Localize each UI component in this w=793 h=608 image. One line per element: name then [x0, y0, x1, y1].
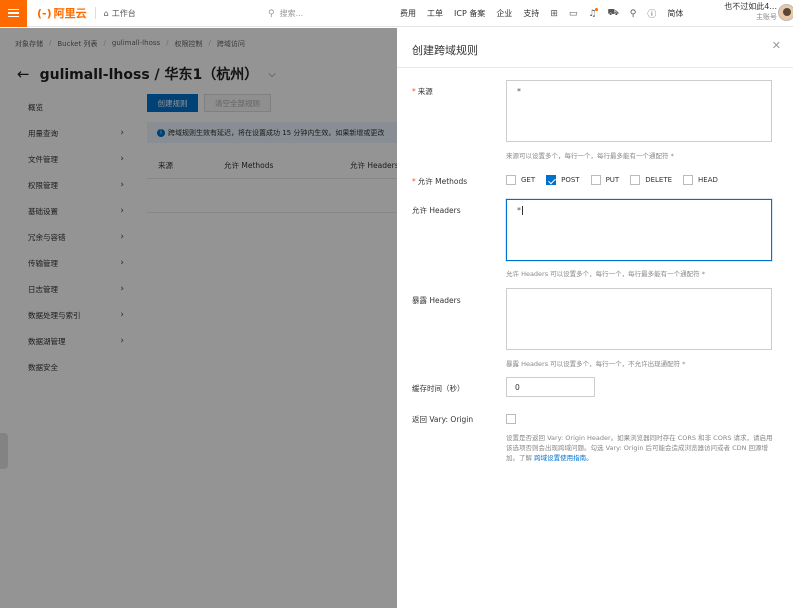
cache-time-value: 0 — [515, 382, 520, 392]
cors-guide-link[interactable]: 跨域设置使用指南。 — [534, 454, 593, 462]
method-label: DELETE — [645, 176, 673, 184]
nav-support[interactable]: 支持 — [523, 8, 539, 19]
method-label: POST — [561, 176, 580, 184]
top-nav-links: 费用 工单 ICP 备案 企业 支持 ⊞ ▭ ♫ ⛟ ⚲ ⓘ 简体 — [400, 0, 683, 27]
source-label-text: 来源 — [417, 87, 433, 96]
nav-ticket[interactable]: 工单 — [427, 8, 443, 19]
required-mark: * — [412, 87, 416, 96]
cart-icon[interactable]: ⛟ — [607, 8, 618, 19]
logo-mark: (-) — [37, 6, 52, 20]
avatar[interactable] — [778, 4, 793, 21]
create-cors-rule-drawer: 创建跨域规则 ✕ * 来源 * 来源可以设置多个，每行一个，每行最多能有一个通配符… — [397, 28, 793, 608]
method-get-checkbox[interactable]: GET — [506, 175, 535, 185]
search-placeholder: 搜索... — [279, 9, 304, 18]
text-caret — [522, 206, 523, 215]
required-mark: * — [412, 177, 416, 186]
top-navigation-bar: (-) 阿里云 ⌂ 工作台 ⚲ 搜索... 费用 工单 ICP 备案 企业 支持… — [0, 0, 793, 27]
expose-headers-textarea[interactable] — [506, 288, 772, 350]
menu-icon[interactable] — [0, 0, 27, 27]
user-name: 也不过如此4... — [724, 2, 777, 11]
methods-checkbox-group: GET POST PUT DELETE HEAD — [506, 175, 729, 185]
logo-text: 阿里云 — [53, 7, 87, 20]
checkbox-box — [590, 175, 601, 185]
nav-icp[interactable]: ICP 备案 — [454, 8, 485, 19]
allowed-headers-textarea[interactable]: * — [506, 199, 772, 261]
divider — [94, 7, 96, 19]
headers-value: * — [517, 206, 521, 215]
drawer-title: 创建跨域规则 — [412, 44, 478, 57]
app-icon[interactable]: ⊞ — [550, 9, 558, 19]
expose-headers-help: 暴露 Headers 可以设置多个，每行一个，不允许出现通配符 * — [506, 360, 686, 368]
checkbox-box — [546, 175, 557, 185]
search-icon: ⚲ — [268, 8, 275, 19]
nav-billing[interactable]: 费用 — [400, 8, 416, 19]
headers-label: 允许 Headers — [412, 206, 461, 215]
expose-headers-label: 暴露 Headers — [412, 296, 461, 305]
home-icon: ⌂ — [103, 8, 109, 18]
aliyun-logo[interactable]: (-) 阿里云 — [37, 5, 87, 21]
search-box[interactable]: ⚲ 搜索... — [268, 5, 380, 22]
help-icon[interactable]: ⓘ — [647, 7, 656, 20]
user-info[interactable]: 也不过如此4... 主账号 — [722, 2, 777, 22]
vary-origin-help: 设置是否返回 Vary: Origin Header。如果浏览器同时存在 COR… — [506, 433, 774, 463]
language-switch[interactable]: 简体 — [667, 8, 683, 19]
methods-label: * 允许 Methods — [412, 176, 467, 187]
screen-icon[interactable]: ▭ — [569, 9, 578, 19]
method-label: PUT — [605, 176, 620, 184]
close-icon[interactable]: ✕ — [772, 39, 781, 52]
divider — [397, 67, 793, 68]
workbench-link[interactable]: ⌂ 工作台 — [104, 8, 136, 19]
vary-origin-checkbox[interactable] — [506, 414, 516, 424]
checkbox-box — [630, 175, 641, 185]
cache-time-label: 缓存时间（秒） — [412, 384, 465, 393]
checkbox-box — [683, 175, 694, 185]
cache-time-input[interactable]: 0 — [506, 377, 595, 397]
workbench-label: 工作台 — [111, 8, 136, 18]
method-head-checkbox[interactable]: HEAD — [683, 175, 718, 185]
nav-enterprise[interactable]: 企业 — [496, 8, 512, 19]
vary-origin-label: 返回 Vary: Origin — [412, 415, 474, 424]
method-label: HEAD — [698, 176, 718, 184]
bell-icon[interactable]: ♫ — [588, 7, 599, 19]
method-label: GET — [521, 176, 536, 184]
method-delete-checkbox[interactable]: DELETE — [630, 175, 672, 185]
method-put-checkbox[interactable]: PUT — [590, 175, 620, 185]
methods-label-text: 允许 Methods — [417, 177, 468, 186]
source-help: 来源可以设置多个，每行一个，每行最多能有一个通配符 * — [506, 152, 674, 160]
source-value: * — [517, 87, 521, 96]
method-post-checkbox[interactable]: POST — [546, 175, 580, 185]
user-role: 主账号 — [756, 13, 777, 21]
location-icon[interactable]: ⚲ — [630, 9, 637, 19]
source-textarea[interactable]: * — [506, 80, 772, 142]
checkbox-box — [506, 175, 516, 185]
modal-overlay[interactable] — [0, 28, 397, 608]
source-label: * 来源 — [412, 86, 433, 97]
headers-help: 允许 Headers 可以设置多个，每行一个，每行最多能有一个通配符 * — [506, 270, 706, 278]
